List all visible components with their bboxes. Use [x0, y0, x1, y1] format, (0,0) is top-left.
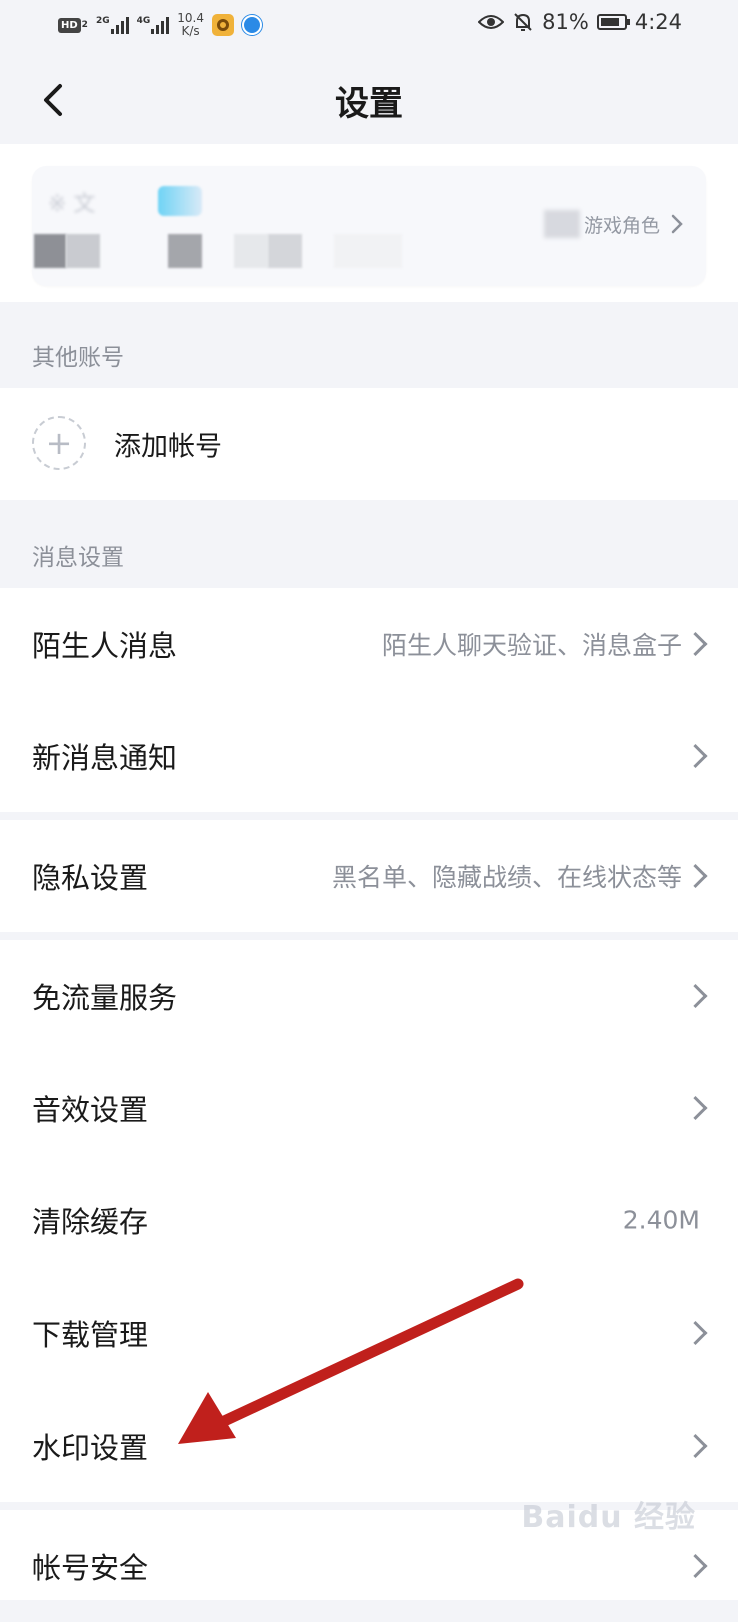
current-account-card[interactable]: ※ 文 游戏角色	[32, 166, 706, 286]
chevron-right-icon	[683, 631, 708, 657]
section-message-settings: 消息设置	[32, 545, 124, 571]
privacy-settings-label: 隐私设置	[32, 861, 149, 895]
blurred-info-5	[268, 234, 302, 268]
blurred-info-1	[34, 234, 66, 268]
section-other-accounts: 其他账号	[32, 345, 124, 371]
status-bar: HD 2 2G 4G 10.4 K/s 81% 4:24	[0, 0, 738, 56]
nav-header: 设置	[0, 56, 738, 144]
app-notification-icon	[211, 14, 234, 36]
download-manager-row[interactable]: 下载管理	[0, 1277, 738, 1389]
network-speed: 10.4 K/s	[177, 12, 204, 38]
watermark-settings-label: 水印设置	[32, 1431, 149, 1465]
chevron-right-icon	[683, 1553, 708, 1579]
account-security-label: 帐号安全	[32, 1551, 149, 1585]
privacy-panel: 隐私设置 黑名单、隐藏战绩、在线状态等	[0, 820, 738, 932]
stranger-message-label: 陌生人消息	[32, 629, 178, 663]
free-data-service-label: 免流量服务	[32, 981, 178, 1015]
network-type-1: 2G	[95, 16, 110, 26]
stranger-message-value: 陌生人聊天验证、消息盒子	[381, 631, 682, 660]
new-message-notify-row[interactable]: 新消息通知	[0, 700, 738, 812]
add-account-row[interactable]: + 添加帐号	[0, 388, 738, 500]
status-right: 81% 4:24	[478, 10, 682, 34]
battery-percent: 81%	[542, 10, 589, 34]
page-title: 设置	[335, 84, 403, 124]
watermark-settings-row[interactable]: 水印设置	[0, 1390, 738, 1502]
download-manager-label: 下载管理	[32, 1318, 149, 1352]
battery-icon	[596, 14, 630, 30]
chevron-right-icon	[683, 983, 708, 1009]
message-panel: 陌生人消息 陌生人聊天验证、消息盒子 新消息通知	[0, 588, 738, 812]
baidu-watermark: Baidu 经验	[521, 1500, 696, 1535]
mute-bell-icon	[514, 13, 532, 31]
account-name-blurred: ※ 文	[48, 192, 96, 217]
chevron-right-icon	[683, 1095, 708, 1121]
privacy-settings-row[interactable]: 隐私设置 黑名单、隐藏战绩、在线状态等	[0, 820, 738, 932]
privacy-settings-value: 黑名单、隐藏战绩、在线状态等	[331, 863, 682, 892]
chevron-right-icon	[683, 1320, 708, 1346]
misc-panel: 免流量服务 音效设置 清除缓存 2.40M 下载管理 水印设置	[0, 940, 738, 1502]
network-type-2: 4G	[136, 16, 151, 26]
speed-value: 10.4	[177, 11, 204, 25]
blurred-info-2	[66, 234, 100, 268]
chevron-right-icon	[683, 1433, 708, 1459]
blurred-info-3	[168, 234, 202, 268]
chevron-right-icon	[683, 863, 708, 889]
speed-unit: K/s	[181, 24, 200, 38]
game-role-label: 游戏角色	[583, 214, 660, 237]
signal-icon-1	[110, 16, 129, 34]
free-data-service-row[interactable]: 免流量服务	[0, 940, 738, 1052]
chevron-right-icon	[671, 214, 683, 234]
clock: 4:24	[634, 10, 682, 34]
app-notification-icon-2	[241, 15, 262, 35]
stranger-message-row[interactable]: 陌生人消息 陌生人聊天验证、消息盒子	[0, 588, 738, 700]
sound-settings-label: 音效设置	[32, 1093, 149, 1127]
chevron-right-icon	[683, 743, 708, 769]
hd-sub-label: 2	[81, 20, 88, 30]
sound-settings-row[interactable]: 音效设置	[0, 1052, 738, 1164]
cache-size-value: 2.40M	[622, 1205, 700, 1235]
clear-cache-row[interactable]: 清除缓存 2.40M	[0, 1164, 738, 1276]
account-level-badge	[158, 186, 202, 216]
clear-cache-label: 清除缓存	[32, 1205, 149, 1239]
game-role-mask	[543, 210, 580, 238]
eye-comfort-icon	[478, 15, 505, 29]
new-message-notify-label: 新消息通知	[32, 741, 178, 775]
hd-voice-icon: HD	[58, 17, 81, 33]
plus-icon: +	[32, 416, 86, 470]
blurred-info-4	[234, 234, 268, 268]
game-role-link[interactable]: 游戏角色	[543, 210, 684, 238]
add-account-label: 添加帐号	[114, 431, 222, 463]
signal-icon-2	[151, 16, 170, 34]
status-left: HD 2 2G 4G 10.4 K/s	[58, 12, 262, 38]
blurred-info-6	[334, 234, 402, 268]
